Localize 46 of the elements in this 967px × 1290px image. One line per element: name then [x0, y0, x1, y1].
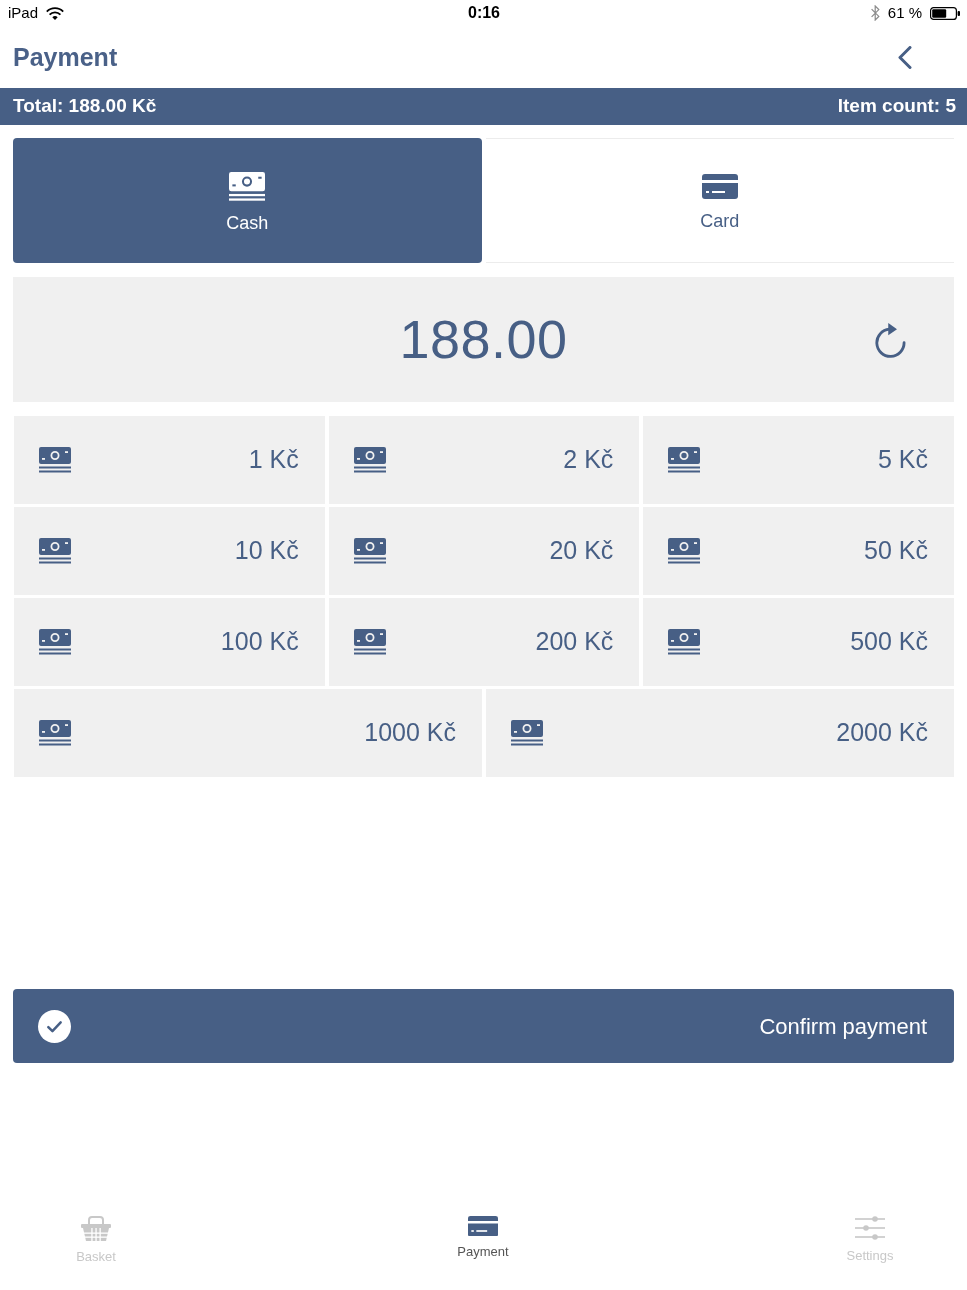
total-amount: Total: 188.00 Kč [13, 94, 157, 119]
denomination-button[interactable]: 5 Kč [643, 416, 954, 504]
checkmark-circle-icon [38, 1009, 71, 1043]
device-name: iPad [8, 2, 39, 23]
back-button[interactable] [897, 45, 912, 69]
denomination-button[interactable]: 50 Kč [643, 507, 954, 595]
wifi-icon [46, 6, 65, 20]
back-chevron-icon [897, 45, 912, 69]
amount-value: 188.00 [399, 308, 568, 371]
banknote-icon [39, 447, 71, 473]
banknote-icon [39, 538, 71, 564]
banknote-icon [511, 720, 543, 746]
basket-icon [81, 1215, 111, 1241]
banknote-icon [668, 447, 701, 473]
denomination-button[interactable]: 1 Kč [14, 416, 325, 504]
denomination-button[interactable]: 2 Kč [328, 416, 640, 504]
settings-icon [855, 1215, 885, 1240]
payment-method-tab[interactable]: Card [485, 138, 954, 263]
denomination-button[interactable]: 200 Kč [328, 598, 640, 686]
denomination-button[interactable]: 10 Kč [14, 507, 325, 595]
banknote-icon [229, 172, 266, 201]
banknote-icon [353, 629, 386, 655]
item-count: Item count: 5 [837, 94, 956, 119]
denomination-button[interactable]: 1000 Kč [14, 689, 482, 777]
denomination-button[interactable]: 500 Kč [643, 598, 954, 686]
banknote-icon [668, 538, 701, 564]
banknote-icon [353, 447, 386, 473]
bluetooth-icon [870, 5, 880, 21]
tab-bar-item[interactable]: Payment [423, 1215, 543, 1266]
battery-icon [930, 6, 960, 20]
page-title: Payment [13, 42, 118, 72]
credit-card-icon [701, 174, 738, 199]
denomination-button[interactable]: 20 Kč [328, 507, 640, 595]
battery-percentage: 61 % [887, 2, 922, 23]
banknote-icon [353, 538, 386, 564]
refresh-button[interactable] [875, 321, 907, 358]
payment-method-tab[interactable]: Cash [13, 138, 482, 263]
credit-card-icon [468, 1215, 498, 1237]
denomination-button[interactable]: 2000 Kč [486, 689, 954, 777]
banknote-icon [668, 629, 701, 655]
banknote-icon [39, 720, 71, 746]
banknote-icon [39, 629, 71, 655]
refresh-icon [875, 321, 907, 358]
confirm-payment-button[interactable]: Confirm payment [13, 989, 954, 1063]
clock-time: 0:16 [468, 3, 500, 23]
denomination-button[interactable]: 100 Kč [14, 598, 325, 686]
